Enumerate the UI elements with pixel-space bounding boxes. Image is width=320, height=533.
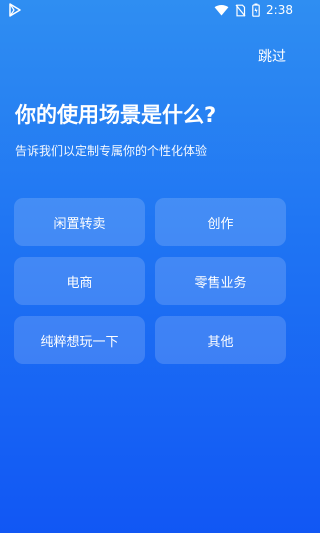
sim-off-icon (235, 4, 246, 17)
option-resale-button[interactable]: 闲置转卖 (14, 198, 145, 246)
option-just-for-fun-label: 纯粹想玩一下 (40, 334, 119, 350)
option-ecommerce-label: 电商 (66, 275, 93, 291)
usage-options-grid: 闲置转卖 创作 电商 零售业务 纯粹想玩一下 其他 (14, 198, 286, 364)
battery-icon (252, 3, 260, 17)
play-icon (8, 3, 22, 17)
option-retail-label: 零售业务 (194, 275, 247, 291)
option-other-label: 其他 (207, 334, 234, 350)
status-icons: 2:38 (214, 3, 293, 17)
status-bar: 2:38 (0, 0, 300, 22)
option-creation-label: 创作 (207, 216, 234, 232)
option-ecommerce-button[interactable]: 电商 (14, 257, 145, 305)
option-creation-button[interactable]: 创作 (155, 198, 286, 246)
wifi-icon (214, 4, 229, 16)
option-retail-button[interactable]: 零售业务 (155, 257, 286, 305)
option-just-for-fun-button[interactable]: 纯粹想玩一下 (14, 316, 145, 364)
skip-button[interactable]: 跳过 (258, 48, 286, 66)
option-other-button[interactable]: 其他 (155, 316, 286, 364)
status-time: 2:38 (266, 3, 293, 17)
page-subtitle: 告诉我们以定制专属你的个性化体验 (15, 144, 208, 158)
page-title: 你的使用场景是什么? (15, 103, 217, 127)
option-resale-label: 闲置转卖 (53, 216, 106, 232)
